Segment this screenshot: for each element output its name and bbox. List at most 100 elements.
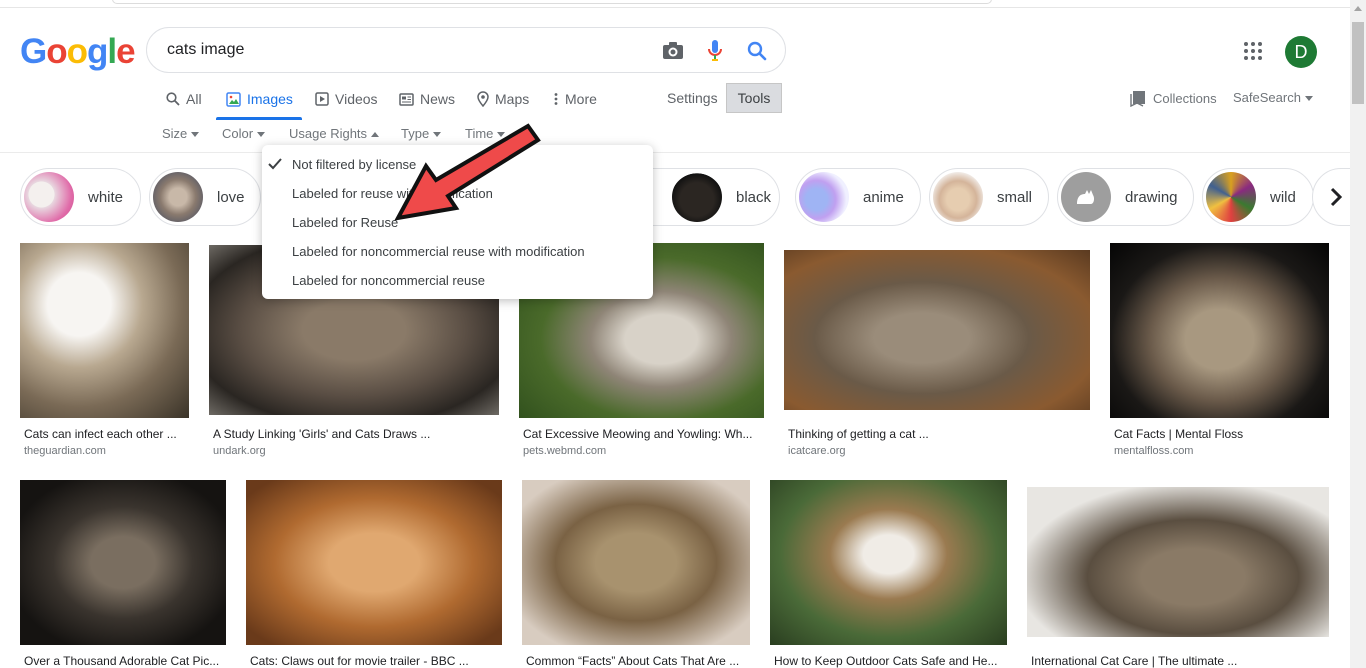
tab-label: More	[565, 91, 597, 107]
result-title[interactable]: Cat Excessive Meowing and Yowling: Wh...	[523, 427, 762, 441]
filter-label: Usage Rights	[289, 126, 368, 141]
safesearch-label: SafeSearch	[1233, 90, 1301, 105]
chip-anime[interactable]: anime	[795, 168, 921, 226]
tab-label: Images	[247, 91, 293, 107]
result-title[interactable]: A Study Linking 'Girls' and Cats Draws .…	[213, 427, 497, 441]
scrollbar-thumb[interactable]	[1352, 22, 1364, 104]
result-title[interactable]: Cats can infect each other ...	[24, 427, 187, 441]
google-logo[interactable]: Google	[20, 32, 136, 72]
logo-letter: e	[116, 32, 135, 71]
filter-usage-rights[interactable]: Usage Rights	[289, 126, 380, 141]
filter-color[interactable]: Color	[222, 126, 266, 141]
chip-label: white	[88, 188, 124, 206]
chip-small[interactable]: small	[929, 168, 1049, 226]
result-thumbnail[interactable]	[1110, 243, 1329, 418]
chip-thumbnail	[799, 172, 849, 222]
chip-thumbnail	[24, 172, 74, 222]
result-thumbnail[interactable]	[522, 480, 750, 645]
collections-link[interactable]: Collections	[1130, 90, 1217, 107]
result-title[interactable]: Over a Thousand Adorable Cat Pic...	[24, 654, 224, 668]
tab-label: Maps	[495, 91, 530, 107]
filter-size[interactable]: Size	[162, 126, 200, 141]
result-thumbnail[interactable]	[20, 243, 189, 418]
chip-wild[interactable]: wild	[1202, 168, 1314, 226]
dots-vertical-icon	[553, 92, 559, 106]
play-icon	[315, 92, 329, 106]
chip-label: black	[736, 188, 772, 206]
chip-thumbnail	[153, 172, 203, 222]
search-box[interactable]: cats image	[146, 27, 786, 73]
result-title[interactable]: Cat Facts | Mental Floss	[1114, 427, 1327, 441]
result-thumbnail[interactable]	[1027, 487, 1329, 637]
chip-thumbnail	[672, 172, 722, 222]
avatar[interactable]: D	[1285, 36, 1317, 68]
chip-love[interactable]: love	[149, 168, 261, 226]
page-scrollbar[interactable]	[1350, 0, 1366, 668]
map-pin-icon	[477, 91, 489, 107]
dropdown-item-noncommercial-reuse-with-modification[interactable]: Labeled for noncommercial reuse with mod…	[292, 244, 585, 259]
result-thumbnail[interactable]	[246, 480, 502, 645]
microphone-icon[interactable]	[702, 38, 728, 64]
chip-thumbnail	[1061, 172, 1111, 222]
logo-letter: o	[66, 32, 88, 71]
tab-videos[interactable]: Videos	[315, 88, 378, 110]
result-source[interactable]: pets.webmd.com	[523, 445, 606, 457]
image-result[interactable]: Cat Facts | Mental Floss mentalfloss.com	[1110, 243, 1329, 458]
search-input[interactable]: cats image	[167, 41, 244, 59]
result-title[interactable]: Thinking of getting a cat ...	[788, 427, 1088, 441]
result-thumbnail[interactable]	[784, 250, 1090, 410]
result-title[interactable]: How to Keep Outdoor Cats Safe and He...	[774, 654, 1005, 668]
image-result[interactable]: How to Keep Outdoor Cats Safe and He...	[770, 480, 1007, 668]
chevron-up-icon	[371, 132, 380, 138]
chip-label: drawing	[1125, 188, 1178, 206]
settings-link[interactable]: Settings	[667, 90, 718, 106]
search-icon[interactable]	[744, 38, 770, 64]
tab-more[interactable]: More	[553, 88, 597, 110]
image-result[interactable]: Common “Facts” About Cats That Are ...	[522, 480, 750, 668]
result-source[interactable]: undark.org	[213, 445, 266, 457]
apps-grid-icon[interactable]	[1242, 40, 1264, 62]
chip-label: anime	[863, 188, 904, 206]
image-result[interactable]: International Cat Care | The ultimate ..…	[1027, 487, 1329, 668]
chip-drawing[interactable]: drawing	[1057, 168, 1194, 226]
tools-button[interactable]: Tools	[726, 83, 782, 113]
result-thumbnail[interactable]	[20, 480, 226, 645]
result-title[interactable]: Cats: Claws out for movie trailer - BBC …	[250, 654, 500, 668]
top-strip	[0, 0, 1350, 8]
chip-white[interactable]: white	[20, 168, 141, 226]
image-result[interactable]: Thinking of getting a cat ... icatcare.o…	[784, 250, 1090, 458]
logo-letter: o	[46, 32, 67, 71]
tab-label: News	[420, 91, 456, 107]
tab-images[interactable]: Images	[226, 88, 293, 110]
tab-label: All	[186, 91, 202, 107]
search-icon	[166, 92, 180, 106]
logo-letter: g	[87, 32, 108, 71]
result-source[interactable]: icatcare.org	[788, 445, 845, 457]
bookmark-icon	[1130, 90, 1146, 107]
result-title[interactable]: Common “Facts” About Cats That Are ...	[526, 654, 748, 668]
tab-news[interactable]: News	[399, 88, 455, 110]
result-source[interactable]: mentalfloss.com	[1114, 445, 1193, 457]
dropdown-item-reuse[interactable]: Labeled for Reuse	[292, 215, 398, 230]
newspaper-icon	[399, 92, 414, 106]
image-result[interactable]: Cats: Claws out for movie trailer - BBC …	[246, 480, 502, 668]
image-result[interactable]: Over a Thousand Adorable Cat Pic...	[20, 480, 226, 668]
chevron-down-icon	[257, 132, 266, 138]
chip-thumbnail	[933, 172, 983, 222]
result-title[interactable]: International Cat Care | The ultimate ..…	[1031, 654, 1327, 668]
result-thumbnail[interactable]	[770, 480, 1007, 645]
image-result[interactable]: Cats can infect each other ... theguardi…	[20, 243, 189, 458]
image-icon	[226, 91, 241, 107]
tools-filter-bar: Size Color Usage Rights Type Time	[0, 120, 1350, 152]
browser-tab-edge	[112, 0, 992, 4]
tab-maps[interactable]: Maps	[477, 88, 529, 110]
safesearch-menu[interactable]: SafeSearch	[1233, 90, 1313, 105]
dropdown-item-noncommercial-reuse[interactable]: Labeled for noncommercial reuse	[292, 273, 485, 288]
camera-icon[interactable]	[660, 38, 686, 64]
tab-all[interactable]: All	[166, 88, 202, 110]
chevron-right-icon	[1330, 187, 1343, 207]
chevron-down-icon	[191, 132, 200, 138]
annotation-arrow	[394, 123, 541, 221]
result-source[interactable]: theguardian.com	[24, 445, 106, 457]
scroll-up-icon[interactable]	[1354, 6, 1362, 11]
